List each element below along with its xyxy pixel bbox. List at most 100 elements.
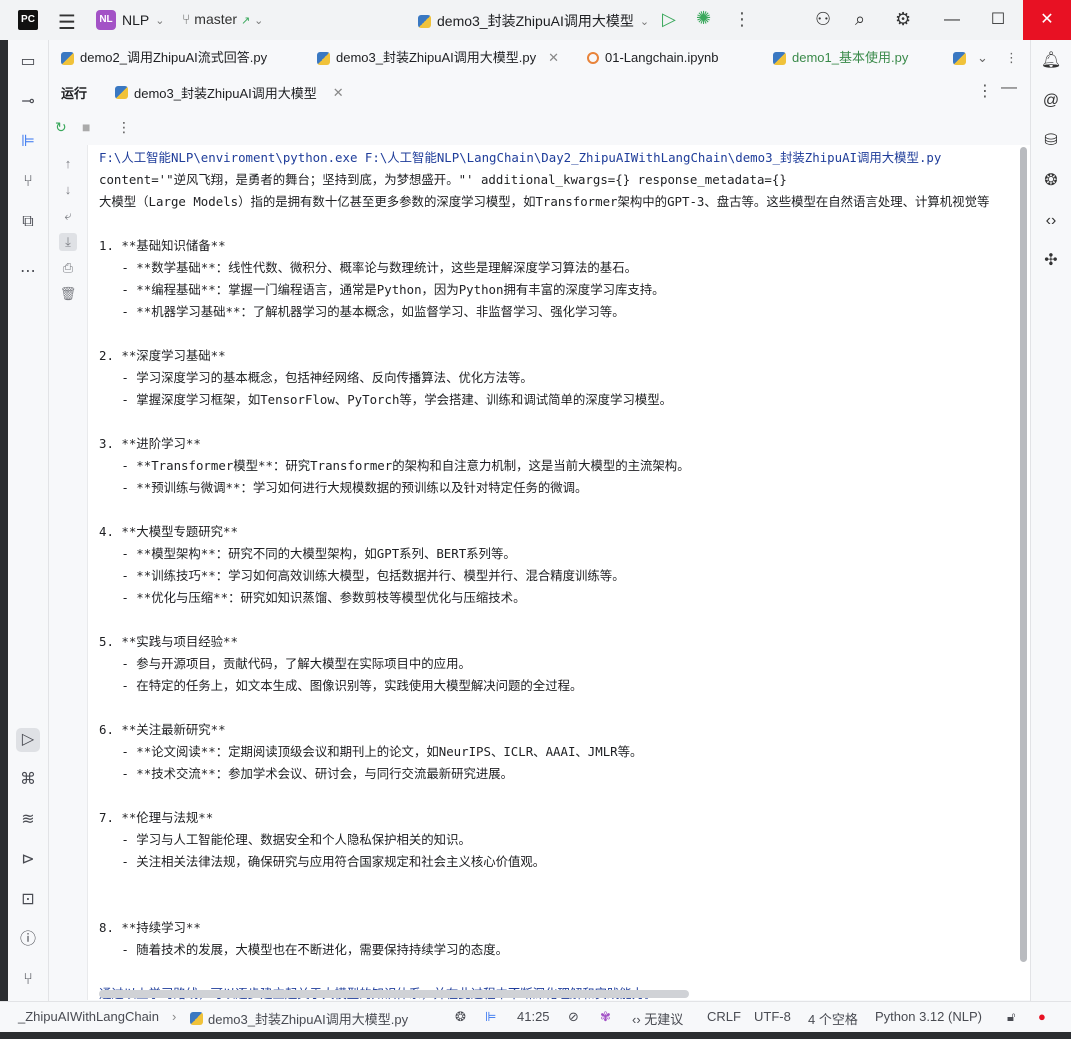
python-file-icon xyxy=(115,86,128,99)
no-inspections-icon[interactable]: ⊘ xyxy=(568,1009,579,1025)
editor-tab[interactable]: 01-Langchain.ipynb xyxy=(587,40,718,76)
run-config-name: demo3_封装ZhipuAI调用大模型 xyxy=(437,13,634,29)
vcs-branch-selector[interactable]: ⑂ master ↗ ⌄ xyxy=(182,11,263,27)
branch-arrow-icon: ↗ xyxy=(240,15,251,27)
taskbar-edge xyxy=(0,1032,1071,1039)
editor-tab[interactable]: demo1_基本使用.py xyxy=(773,40,908,76)
editor-tab[interactable]: demo2_调用ZhipuAI流式回答.py xyxy=(61,40,267,76)
line-ending[interactable]: CRLF xyxy=(707,1009,741,1024)
suggestions-status[interactable]: ‹› 无建议 xyxy=(632,1009,683,1028)
settings-gear-icon[interactable]: ⚙ xyxy=(895,9,911,30)
notifications-icon[interactable]: 🔔︎ xyxy=(1040,50,1062,72)
branch-icon: ⑂ xyxy=(182,11,191,27)
scroll-up-icon[interactable]: ↑ xyxy=(59,155,77,173)
hide-panel-icon[interactable]: — xyxy=(1001,79,1017,97)
scrollbar-thumb[interactable] xyxy=(1020,147,1027,962)
lock-icon[interactable]: 🔓︎ xyxy=(1007,1009,1015,1025)
database-icon[interactable]: ⛁ xyxy=(1040,130,1062,152)
layers-icon[interactable]: ≋ xyxy=(16,808,40,832)
chevron-down-icon: ⌄ xyxy=(254,15,264,27)
close-window-icon[interactable]: ✕ xyxy=(1023,0,1071,40)
console-line: 4. **大模型专题研究** xyxy=(99,524,238,539)
notebook-file-icon xyxy=(587,52,599,64)
structure-icon[interactable]: ⊫ xyxy=(16,130,40,154)
more-actions-icon[interactable]: ⋮ xyxy=(733,9,751,30)
maximize-window-icon[interactable]: ☐ xyxy=(975,0,1021,40)
scroll-to-end-icon[interactable]: ⤓ xyxy=(59,233,77,251)
console-line: - 学习与人工智能伦理、数据安全和个人隐私保护相关的知识。 xyxy=(99,832,471,847)
background-window-edge xyxy=(0,40,8,1001)
commit-icon[interactable]: ⊸ xyxy=(16,90,40,114)
chevron-down-icon: ⌄ xyxy=(155,14,165,27)
python-console-icon[interactable]: ⌘ xyxy=(16,768,40,792)
clear-all-icon[interactable]: 🗑︎ xyxy=(59,285,77,303)
console-line: - **Transformer模型**：研究Transformer的架构和自注意… xyxy=(99,458,690,473)
more-actions-icon[interactable]: ⋮ xyxy=(977,81,993,101)
console-output[interactable]: F:\人工智能NLP\enviroment\python.exe F:\人工智能… xyxy=(88,145,1018,1000)
error-indicator-icon[interactable]: ● xyxy=(1038,1009,1046,1024)
breadcrumb-file-label: demo3_封装ZhipuAI调用大模型.py xyxy=(208,1012,409,1027)
right-tool-strip: 🔔︎ @ ⛁ ❂ ‹› ✣ xyxy=(1030,40,1071,1001)
services-icon[interactable]: ⊳ xyxy=(16,848,40,872)
breadcrumb-file[interactable]: demo3_封装ZhipuAI调用大模型.py xyxy=(190,1009,408,1028)
ai-status-icon[interactable]: ❂ xyxy=(455,1009,466,1025)
assistant-icon[interactable]: ✾ xyxy=(600,1009,611,1025)
chevron-down-icon: ⌄ xyxy=(639,15,650,28)
file-encoding[interactable]: UTF-8 xyxy=(754,1009,791,1024)
add-user-icon[interactable]: ⚇ xyxy=(815,9,831,30)
python-file-icon xyxy=(953,51,966,65)
run-tab-label: demo3_封装ZhipuAI调用大模型 xyxy=(134,86,317,101)
console-gutter: ↑ ↓ ⤶ ⤓ ⎙ 🗑︎ xyxy=(49,145,88,1000)
status-bar: _ZhipuAIWithLangChain › demo3_封装ZhipuAI调… xyxy=(0,1001,1071,1032)
indent-setting[interactable]: 4 个空格 xyxy=(808,1009,858,1028)
horizontal-scrollbar[interactable] xyxy=(99,990,689,998)
print-icon[interactable]: ⎙ xyxy=(59,259,77,277)
console-line: - 掌握深度学习框架，如TensorFlow、PyTorch等，学会搭建、训练和… xyxy=(99,392,673,407)
run-panel-header: 运行 demo3_封装ZhipuAI调用大模型 ✕ ⋮ — xyxy=(49,76,1030,106)
python-interpreter[interactable]: Python 3.12 (NLP) xyxy=(875,1009,982,1024)
cursor-position[interactable]: 41:25 xyxy=(517,1009,550,1024)
main-menu-icon[interactable]: ☰ xyxy=(58,10,76,35)
close-tab-icon[interactable]: ✕ xyxy=(333,85,344,101)
suggestions-label: 无建议 xyxy=(644,1012,684,1027)
debug-icon[interactable]: ✺ xyxy=(696,8,711,29)
vertical-scrollbar[interactable] xyxy=(1018,145,1030,1000)
breadcrumb-folder[interactable]: _ZhipuAIWithLangChain xyxy=(18,1009,159,1024)
openai-icon[interactable]: ❂ xyxy=(1040,170,1062,192)
close-tab-icon[interactable]: ✕ xyxy=(548,38,559,78)
stop-icon[interactable]: ■ xyxy=(82,119,90,135)
ai-assistant-icon[interactable]: @ xyxy=(1040,90,1062,112)
scroll-down-icon[interactable]: ↓ xyxy=(59,181,77,199)
tab-label: 01-Langchain.ipynb xyxy=(605,50,719,65)
more-actions-icon[interactable]: ⋮ xyxy=(117,119,131,136)
editor-tab-active[interactable]: demo3_封装ZhipuAI调用大模型.py ✕ xyxy=(317,38,560,78)
branch-name: master xyxy=(194,11,238,27)
project-folder-icon[interactable]: ▭ xyxy=(16,50,40,74)
problems-icon[interactable]: ⓘ xyxy=(16,928,40,952)
minimize-window-icon[interactable]: — xyxy=(929,0,975,40)
code-tool-icon[interactable]: ‹› xyxy=(1040,210,1062,232)
more-tools-icon[interactable]: ⋯ xyxy=(16,260,40,284)
run-icon[interactable]: ▷ xyxy=(662,9,676,30)
run-config-selector[interactable]: demo3_封装ZhipuAI调用大模型 ⌄ xyxy=(418,11,649,31)
python-file-icon xyxy=(61,51,74,65)
soft-wrap-icon[interactable]: ⤶ xyxy=(59,207,77,225)
pull-requests-icon[interactable]: ⑂ xyxy=(16,170,40,194)
console-line: 3. **进阶学习** xyxy=(99,436,201,451)
project-name: NLP xyxy=(122,12,150,28)
plugins-icon[interactable]: ⧉ xyxy=(16,210,40,234)
terminal-icon[interactable]: ⊡ xyxy=(16,888,40,912)
search-icon[interactable]: ⌕ xyxy=(855,9,865,30)
more-tabs[interactable] xyxy=(953,40,966,76)
run-tab[interactable]: demo3_封装ZhipuAI调用大模型 ✕ xyxy=(115,83,344,102)
git-icon[interactable]: ⑂ xyxy=(16,968,40,992)
tabs-dropdown-icon[interactable]: ⌄ xyxy=(977,40,988,76)
project-selector[interactable]: NL NLP ⌄ xyxy=(96,10,164,30)
run-tool-icon[interactable]: ▷ xyxy=(16,728,40,752)
console-line: 5. **实践与项目经验** xyxy=(99,634,238,649)
console-line: - **优化与压缩**：研究如知识蒸馏、参数剪枝等模型优化与压缩技术。 xyxy=(99,590,526,605)
plugin-icon[interactable]: ✣ xyxy=(1040,250,1062,272)
more-actions-icon[interactable]: ⋮ xyxy=(1005,40,1018,76)
structure-status-icon[interactable]: ⊫ xyxy=(485,1009,496,1025)
rerun-icon[interactable]: ↻ xyxy=(55,119,67,136)
